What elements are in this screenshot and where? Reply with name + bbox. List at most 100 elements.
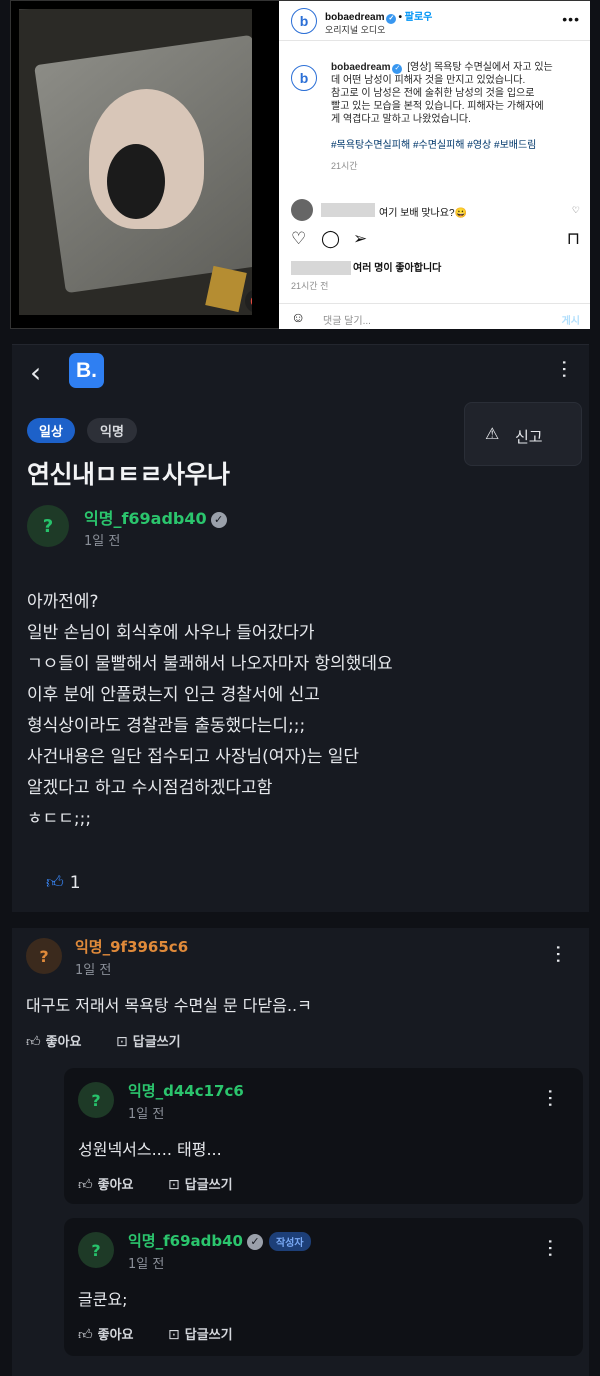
caption-line: 데 어떤 남성이 피해자 것을 만지고 있었습니다. bbox=[331, 75, 526, 86]
caption-username[interactable]: bobaedream bbox=[331, 62, 390, 73]
commenter-avatar[interactable] bbox=[291, 199, 313, 221]
back-icon[interactable]: ‹ bbox=[30, 359, 41, 387]
post-button[interactable]: 게시 bbox=[562, 312, 580, 327]
hashtags[interactable]: #목욕탕수면실피해 #수면실피해 #영상 #보배드림 bbox=[331, 136, 580, 151]
like-button[interactable]: 👍︎ 좋아요 bbox=[26, 1031, 82, 1050]
caption-line: [영상] 목욕탕 수면실에서 자고 있는 bbox=[407, 62, 553, 73]
follow-button[interactable]: 팔로우 bbox=[405, 12, 433, 23]
avatar[interactable]: ? bbox=[27, 505, 69, 547]
thumb-up-icon: 👍︎ bbox=[26, 1034, 41, 1050]
author-row: 익명_f69adb40 ✓ bbox=[84, 505, 227, 529]
body-line: 형식상이라도 경찰관들 출동했다는디;;; bbox=[27, 716, 306, 736]
body-line: 이후 분에 안풀렸는지 인근 경찰서에 신고 bbox=[27, 685, 320, 705]
reply-button[interactable]: ⊡ 답글쓰기 bbox=[168, 1324, 233, 1343]
comment-icon[interactable]: ◯ bbox=[321, 229, 340, 249]
comment-text: 대구도 저래서 목욕탕 수면실 문 다닫음..ㅋ bbox=[26, 996, 312, 1015]
more-icon[interactable]: ⋯ bbox=[539, 1088, 563, 1108]
community-post: ‹ B. ⋯ ⚠ 신고 일상 익명 연신내ㅁㅌㄹ사우나 ? 익명_f69adb4… bbox=[12, 344, 589, 912]
author-badge: 작성자 bbox=[268, 1232, 311, 1251]
reply-icon: ⊡ bbox=[116, 1034, 128, 1050]
heart-icon[interactable]: ♡ bbox=[572, 205, 580, 216]
commenter-row: 익명_f69adb40 ✓ 작성자 bbox=[128, 1230, 311, 1251]
verified-icon: ✓ bbox=[392, 64, 403, 74]
comment-time: 1일 전 bbox=[128, 1257, 165, 1272]
post-title: 연신내ㅁㅌㄹ사우나 bbox=[27, 460, 230, 489]
caption-avatar[interactable]: b bbox=[291, 65, 317, 91]
more-icon[interactable]: ⋯ bbox=[553, 359, 577, 379]
post-time: 1일 전 bbox=[84, 534, 121, 549]
heart-icon[interactable]: ♡ bbox=[291, 229, 306, 249]
comment-input-bar: ☺ 댓글 달기... 게시 bbox=[279, 303, 590, 329]
more-icon[interactable]: ⋯ bbox=[547, 944, 571, 964]
author-name[interactable]: 익명_f69adb40 bbox=[84, 509, 207, 528]
like-label: 좋아요 bbox=[45, 1035, 82, 1050]
like-button[interactable]: 👍︎ 좋아요 bbox=[78, 1174, 134, 1193]
avatar[interactable]: ? bbox=[26, 938, 62, 974]
blurred-username bbox=[321, 203, 375, 217]
report-menu: ⚠ 신고 bbox=[464, 402, 582, 466]
person-head bbox=[107, 144, 165, 219]
verified-icon: ✓ bbox=[246, 1233, 263, 1250]
caption: b bobaedream ✓ [영상] 목욕탕 수면실에서 자고 있는 데 어떤 … bbox=[291, 61, 580, 172]
reply-icon: ⊡ bbox=[168, 1177, 180, 1193]
likes-row: 여러 명이 좋아합니다 bbox=[291, 259, 441, 276]
warning-icon: ⚠ bbox=[485, 424, 500, 443]
like-button[interactable]: 👍︎ 1 bbox=[46, 872, 81, 893]
comments-section: ? 익명_9f3965c6 1일 전 ⋯ 대구도 저래서 목욕탕 수면실 문 다… bbox=[12, 928, 589, 1376]
comment-time: 1일 전 bbox=[75, 963, 112, 978]
reply-card: ? 익명_f69adb40 ✓ 작성자 1일 전 ⋯ 글쿤요; 👍︎ 좋아요 ⊡ 답글쓰… bbox=[64, 1218, 583, 1356]
more-icon[interactable]: ••• bbox=[562, 11, 580, 27]
post-time: 21시간 bbox=[331, 161, 358, 171]
reply-icon: ⊡ bbox=[168, 1327, 180, 1343]
share-icon[interactable]: ➢ bbox=[353, 229, 367, 249]
reply-label: 답글쓰기 bbox=[132, 1035, 181, 1050]
commenter-name[interactable]: 익명_d44c17c6 bbox=[128, 1080, 244, 1101]
username[interactable]: bobaedream bbox=[325, 12, 384, 23]
comment-text: 여기 보배 맞나요?😀 bbox=[379, 208, 467, 219]
caption-line: 게 역겹다고 말하고 나왔었습니다. bbox=[331, 114, 471, 125]
reply-button[interactable]: ⊡ 답글쓰기 bbox=[116, 1031, 181, 1050]
audio-label[interactable]: 오리지널 오디오 bbox=[325, 23, 385, 36]
like-count: 1 bbox=[69, 873, 81, 893]
avatar[interactable]: ? bbox=[78, 1232, 114, 1268]
instagram-screenshot: 🔇 b bobaedream✓• 팔로우 오리지널 오디오 ••• b boba… bbox=[10, 0, 590, 329]
body-line: 알겠다고 하고 수시점검하겠다고함 bbox=[27, 778, 273, 798]
caption-text: bobaedream ✓ [영상] 목욕탕 수면실에서 자고 있는 데 어떤 남성… bbox=[331, 61, 580, 126]
blurred-avatars bbox=[291, 261, 351, 276]
caption-line: 참고로 이 남성은 전에 술취한 남성의 것을 입으로 bbox=[331, 88, 535, 99]
like-label: 좋아요 bbox=[97, 1328, 134, 1343]
video-thumbnail[interactable]: 🔇 bbox=[19, 9, 252, 315]
report-button[interactable]: 신고 bbox=[515, 426, 543, 447]
instagram-comment: 여기 보배 맞나요?😀 ♡ bbox=[291, 199, 580, 223]
comment-text: 성원넥서스.... 태평... bbox=[78, 1140, 222, 1159]
like-label: 좋아요 bbox=[97, 1178, 134, 1193]
likes-text[interactable]: 여러 명이 좋아합니다 bbox=[353, 263, 441, 274]
body-line: ㄱㅇ들이 물빨해서 불쾌해서 나오자마자 항의했데요 bbox=[27, 654, 393, 674]
avatar[interactable]: b bbox=[291, 8, 317, 34]
body-line: 아까전에? bbox=[27, 592, 99, 612]
smile-icon[interactable]: ☺ bbox=[291, 309, 305, 325]
app-logo[interactable]: B. bbox=[69, 353, 104, 388]
instagram-panel: b bobaedream ✓ • 팔로우 오리지널 오디오 ••• b bobaed… bbox=[279, 1, 590, 329]
caption-line: 빨고 있는 모습을 본적 있습니다. 피해자는 가해자에 bbox=[331, 101, 544, 112]
more-icon[interactable]: ⋯ bbox=[539, 1238, 563, 1258]
reply-button[interactable]: ⊡ 답글쓰기 bbox=[168, 1174, 233, 1193]
body-line: 일반 손님이 회식후에 사우나 들어갔다가 bbox=[27, 623, 315, 643]
thumb-up-icon: 👍︎ bbox=[78, 1327, 93, 1343]
body-line: ㅎㄷㄷ;;; bbox=[27, 809, 92, 829]
tag-daily[interactable]: 일상 bbox=[27, 418, 75, 443]
avatar[interactable]: ? bbox=[78, 1082, 114, 1118]
commenter-name[interactable]: 익명_9f3965c6 bbox=[75, 936, 188, 957]
bookmark-icon[interactable]: ⊓ bbox=[567, 229, 580, 249]
verified-icon: ✓ bbox=[210, 511, 227, 528]
verified-icon: ✓ bbox=[386, 14, 397, 24]
comment-input[interactable]: 댓글 달기... bbox=[323, 312, 371, 327]
like-button[interactable]: 👍︎ 좋아요 bbox=[78, 1324, 134, 1343]
comment-text: 글쿤요; bbox=[78, 1290, 128, 1309]
comment-time: 1일 전 bbox=[128, 1107, 165, 1122]
tag-anonymous[interactable]: 익명 bbox=[87, 418, 137, 443]
commenter-name[interactable]: 익명_f69adb40 bbox=[128, 1232, 243, 1250]
username-row: bobaedream ✓ • 팔로우 bbox=[325, 12, 433, 24]
instagram-header: b bobaedream ✓ • 팔로우 오리지널 오디오 ••• bbox=[279, 1, 590, 41]
reply-card: ? 익명_d44c17c6 1일 전 ⋯ 성원넥서스.... 태평... 👍︎ 좋… bbox=[64, 1068, 583, 1204]
